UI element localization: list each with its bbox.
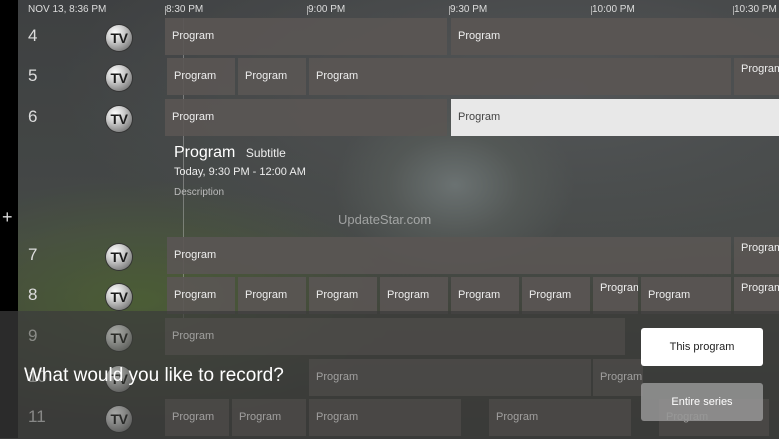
channel-logo-icon[interactable]: TV [106, 25, 132, 51]
program-cell[interactable]: Program [238, 58, 306, 95]
program-cell[interactable]: Program [165, 99, 447, 136]
channel-number: 7 [28, 245, 38, 264]
program-cell[interactable]: Program [167, 58, 235, 95]
channel-logo-icon[interactable]: TV [106, 244, 132, 270]
channel-row: 4 TV Program Program [18, 18, 779, 58]
channel-row: 6 TV Program Program [18, 99, 779, 139]
channel-row: 7 TV Program Program [18, 237, 779, 277]
channel-number: 8 [28, 285, 38, 304]
details-description: Description [174, 187, 225, 198]
program-cell[interactable]: Program [309, 58, 731, 95]
channel-logo-icon[interactable]: TV [106, 65, 132, 91]
time-label: 8:30 PM [166, 4, 204, 15]
entire-series-button[interactable]: Entire series [641, 383, 763, 421]
program-cell-selected[interactable]: Program [451, 99, 779, 136]
program-cell: Program [593, 359, 643, 396]
program-cell[interactable]: Program [165, 18, 447, 55]
plus-icon[interactable]: + [2, 208, 13, 226]
details-time: Today, 9:30 PM - 12:00 AM [174, 166, 306, 178]
time-label: 10:00 PM [592, 4, 635, 15]
channel-number: 11 [28, 407, 46, 426]
channel-number: 6 [28, 107, 38, 126]
program-cell[interactable]: Program [309, 277, 377, 314]
program-cell[interactable]: Program [380, 277, 448, 314]
channel-row: 5 TV Program Program Program Program [18, 58, 779, 98]
channel-number: 9 [28, 326, 38, 345]
time-label: 9:00 PM [308, 4, 346, 15]
program-cell[interactable]: Program [451, 18, 779, 55]
program-details: Program Subtitle Today, 9:30 PM - 12:00 … [174, 144, 306, 198]
program-cell[interactable]: Program [734, 237, 779, 274]
channel-number: 4 [28, 26, 38, 45]
channel-logo-icon[interactable]: TV [106, 284, 132, 310]
time-label: 10:30 PM [734, 4, 777, 15]
time-label: 9:30 PM [450, 4, 488, 15]
watermark: UpdateStar.com [338, 212, 432, 227]
time-header: NOV 13, 8:36 PM 8:30 PM 9:00 PM 9:30 PM … [18, 0, 779, 18]
program-cell[interactable]: Program [641, 277, 731, 314]
details-subtitle: Subtitle [245, 146, 286, 160]
channel-logo-icon: TV [106, 406, 132, 432]
channel-number: 5 [28, 66, 38, 85]
program-cell: Program [165, 318, 625, 355]
channel-logo-icon[interactable]: TV [106, 106, 132, 132]
program-cell[interactable]: Program [238, 277, 306, 314]
program-cell[interactable]: Program [167, 277, 235, 314]
program-cell[interactable]: Program [734, 58, 779, 95]
program-cell: Program [232, 399, 306, 436]
program-cell[interactable]: Program [167, 237, 731, 274]
details-title: Program [174, 144, 236, 161]
program-cell: Program [309, 359, 591, 396]
program-cell: Program [309, 399, 461, 436]
program-cell: Program [489, 399, 631, 436]
program-cell[interactable]: Program [593, 277, 638, 314]
current-datetime: NOV 13, 8:36 PM [28, 4, 107, 15]
program-cell: Program [165, 399, 229, 436]
program-cell[interactable]: Program [734, 277, 779, 314]
channel-logo-icon: TV [106, 325, 132, 351]
program-cell[interactable]: Program [522, 277, 590, 314]
program-cell[interactable]: Program [451, 277, 519, 314]
record-prompt: What would you like to record? [24, 365, 284, 386]
this-program-button[interactable]: This program [641, 328, 763, 366]
